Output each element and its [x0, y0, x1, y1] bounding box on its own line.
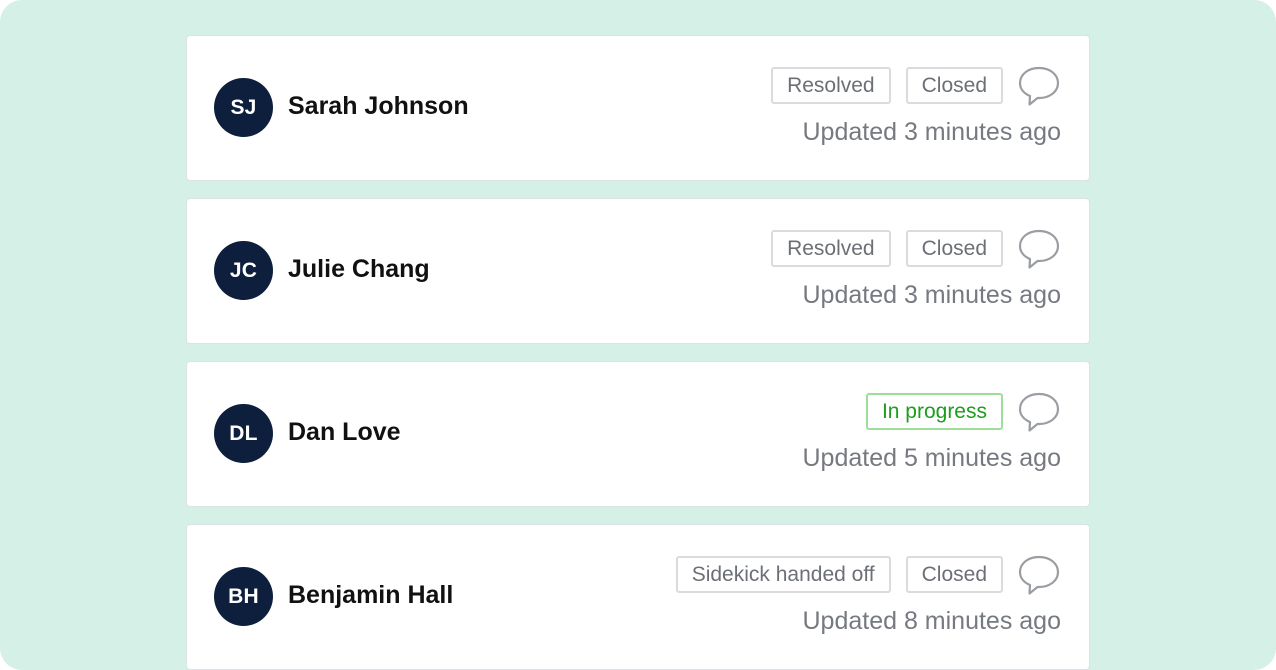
status-badges: Resolved Closed: [771, 67, 1003, 104]
status-badges: In progress: [865, 393, 1003, 430]
chat-bubble-icon[interactable]: [1017, 65, 1061, 107]
status-badges: Resolved Closed: [771, 230, 1003, 267]
contact-name: Sarah Johnson: [288, 92, 469, 120]
status-badges: Sidekick handed off Closed: [675, 556, 1003, 593]
chat-bubble-icon[interactable]: [1017, 228, 1061, 270]
avatar: SJ: [214, 78, 273, 137]
updated-timestamp: Updated 5 minutes ago: [802, 444, 1061, 472]
status-badge: In progress: [865, 393, 1003, 430]
updated-timestamp: Updated 3 minutes ago: [802, 118, 1061, 146]
avatar: BH: [214, 567, 273, 626]
avatar: DL: [214, 404, 273, 463]
status-badge: Closed: [905, 230, 1003, 267]
status-badge: Closed: [905, 67, 1003, 104]
status-badge: Sidekick handed off: [675, 556, 891, 593]
chat-bubble-icon[interactable]: [1017, 554, 1061, 596]
status-badge: Resolved: [771, 230, 891, 267]
conversation-card[interactable]: JC Julie Chang Resolved Closed Updated 3…: [186, 198, 1090, 344]
conversation-panel: SJ Sarah Johnson Resolved Closed Updated…: [0, 0, 1276, 670]
status-badge: Closed: [905, 556, 1003, 593]
status-badge: Resolved: [771, 67, 891, 104]
contact-name: Benjamin Hall: [288, 581, 454, 609]
chat-bubble-icon[interactable]: [1017, 391, 1061, 433]
updated-timestamp: Updated 8 minutes ago: [802, 607, 1061, 635]
avatar: JC: [214, 241, 273, 300]
contact-name: Dan Love: [288, 418, 401, 446]
conversation-card[interactable]: SJ Sarah Johnson Resolved Closed Updated…: [186, 35, 1090, 181]
conversation-card[interactable]: DL Dan Love In progress Updated 5 minute…: [186, 361, 1090, 507]
conversation-list: SJ Sarah Johnson Resolved Closed Updated…: [186, 35, 1090, 670]
updated-timestamp: Updated 3 minutes ago: [802, 281, 1061, 309]
conversation-card[interactable]: BH Benjamin Hall Sidekick handed off Clo…: [186, 524, 1090, 670]
contact-name: Julie Chang: [288, 255, 430, 283]
